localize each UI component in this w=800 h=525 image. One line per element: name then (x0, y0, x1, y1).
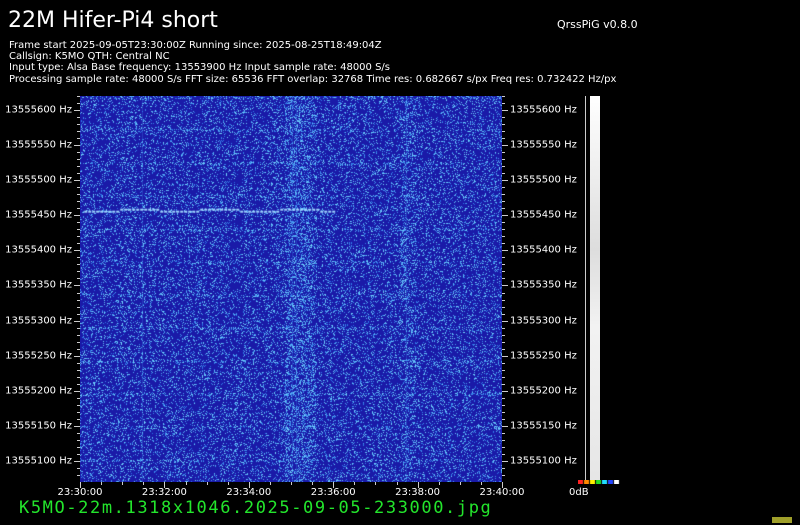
spectrogram-waterfall[interactable] (80, 96, 502, 482)
freq-label-left: 13555450 Hz (5, 209, 72, 221)
output-filename: K5MO-22m.1318x1046.2025-09-05-233000.jpg (19, 498, 493, 518)
info-line-frame: Frame start 2025-09-05T23:30:00Z Running… (9, 40, 382, 51)
freq-label-left: 13555600 Hz (5, 104, 72, 116)
freq-label-right: 13555200 Hz (510, 385, 577, 397)
freq-label-right: 13555600 Hz (510, 104, 577, 116)
freq-label-right: 13555250 Hz (510, 350, 577, 362)
freq-label-left: 13555250 Hz (5, 350, 72, 362)
app-version: QrssPiG v0.8.0 (557, 18, 638, 31)
db-scale-bar (590, 96, 600, 480)
freq-label-right: 13555550 Hz (510, 139, 577, 151)
corner-marker (772, 517, 792, 523)
time-label: 23:40:00 (479, 487, 525, 498)
freq-label-left: 13555350 Hz (5, 279, 72, 291)
db-scale-label: 0dB (569, 487, 589, 498)
time-label: 23:38:00 (395, 487, 441, 498)
info-line-input: Input type: Alsa Base frequency: 1355390… (9, 62, 391, 74)
freq-label-right: 13555450 Hz (510, 209, 577, 221)
info-block: Frame start 2025-09-05T23:30:00Z Running… (9, 40, 616, 85)
info-line-callsign: Callsign: K5MO QTH: Central NC (9, 51, 170, 63)
freq-label-left: 13555200 Hz (5, 385, 72, 397)
freq-label-left: 13555550 Hz (5, 139, 72, 151)
freq-label-left: 13555150 Hz (5, 420, 72, 432)
time-label: 23:34:00 (226, 487, 272, 498)
freq-label-right: 13555500 Hz (510, 174, 577, 186)
freq-label-right: 13555350 Hz (510, 279, 577, 291)
freq-label-left: 13555500 Hz (5, 174, 72, 186)
freq-label-right: 13555300 Hz (510, 315, 577, 327)
freq-label-left: 13555400 Hz (5, 244, 72, 256)
freq-label-right: 13555150 Hz (510, 420, 577, 432)
time-label: 23:30:00 (57, 487, 103, 498)
info-line-processing: Processing sample rate: 48000 S/s FFT si… (9, 73, 617, 85)
db-palette-strip (578, 480, 624, 484)
freq-label-right: 13555400 Hz (510, 244, 577, 256)
time-label: 23:36:00 (310, 487, 356, 498)
freq-label-left: 13555300 Hz (5, 315, 72, 327)
freq-label-right: 13555100 Hz (510, 455, 577, 467)
freq-label-left: 13555100 Hz (5, 455, 72, 467)
time-label: 23:32:00 (141, 487, 187, 498)
waterfall-title: 22M Hifer-Pi4 short (8, 8, 218, 33)
